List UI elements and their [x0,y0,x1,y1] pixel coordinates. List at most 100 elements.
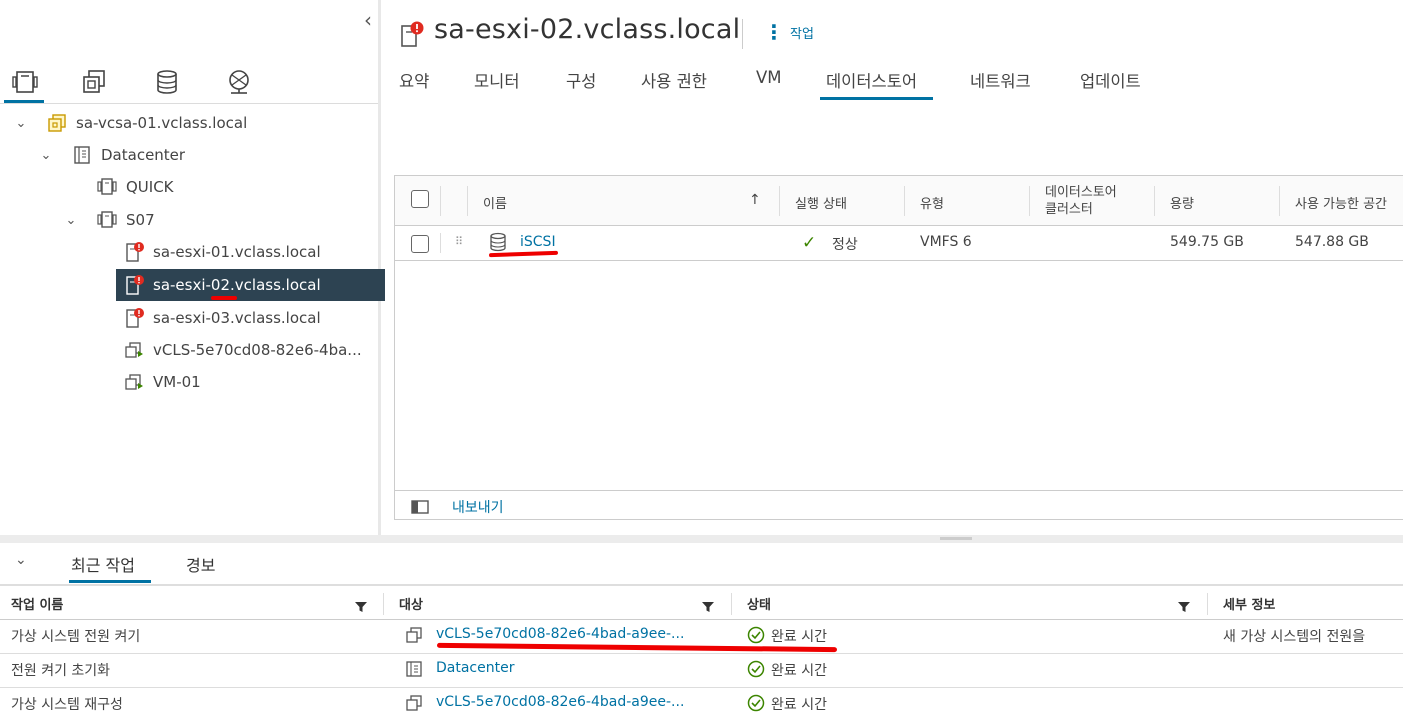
datastore-capacity: 549.75 GB [1170,234,1244,250]
column-divider [1029,186,1030,216]
column-divider [467,186,468,216]
chevron-down-icon[interactable]: ⌄ [64,213,78,228]
column-header-details[interactable]: 세부 정보 [1223,594,1275,613]
datastores-grid [394,175,1403,520]
datastore-name-link[interactable]: iSCSI [520,234,556,250]
column-header-status[interactable]: 상태 [747,594,771,613]
hosts-clusters-tab[interactable] [4,62,46,102]
tree-item-label: sa-esxi-02.vclass.local [153,276,321,294]
datacenter-icon [71,145,93,165]
datacenter-icon [405,660,423,682]
column-divider [779,186,780,216]
splitter-handle[interactable] [940,537,972,540]
tree-item-datacenter[interactable]: ⌄ Datacenter [0,139,417,171]
datastore-type: VMFS 6 [920,234,972,250]
column-header-status[interactable]: 실행 상태 [795,193,847,212]
column-divider [731,593,732,615]
column-header-line: 클러스터 [1045,202,1093,217]
tab-alarms[interactable]: 경보 [186,552,215,576]
sort-ascending-icon[interactable]: ↑ [749,192,761,208]
column-divider [1154,186,1155,216]
filter-icon[interactable] [702,598,714,612]
column-header-datastore-cluster[interactable]: 데이터스토어 클러스터 [1045,184,1117,218]
task-target-link[interactable]: vCLS-5e70cd08-82e6-4bad-a9ee-... [436,626,684,642]
tab-networks[interactable]: 네트워크 [970,68,1031,98]
tab-summary[interactable]: 요약 [399,68,429,98]
tab-configure[interactable]: 구성 [566,68,596,98]
storage-tab[interactable] [146,62,188,102]
column-header-name[interactable]: 이름 [483,193,507,212]
grid-footer-divider [395,490,1403,491]
tree-item-label: sa-vcsa-01.vclass.local [76,114,248,132]
column-divider [1207,593,1208,615]
tree-item-label: vCLS-5e70cd08-82e6-4ba... [153,341,362,359]
host-alert-icon [123,275,145,295]
grid-header [395,176,1403,226]
datastore-status: 정상 [832,237,858,253]
select-all-checkbox[interactable] [411,190,429,208]
tab-datastores[interactable]: 데이터스토어 [826,68,917,98]
tree-item-host-02[interactable]: sa-esxi-02.vclass.local [116,269,385,301]
tree-item-label: S07 [126,211,155,229]
filter-icon[interactable] [355,598,367,612]
chevron-down-icon[interactable]: ⌄ [15,552,27,568]
export-button[interactable]: 내보내기 [452,497,504,517]
host-alert-icon [123,308,145,328]
host-alert-icon [399,20,425,48]
datastore-free-space: 547.88 GB [1295,234,1369,250]
more-vertical-icon: ⋮ [764,20,784,44]
task-status: 완료 시간 [771,663,827,679]
vm-icon [405,626,423,648]
tree-item-vcenter[interactable]: ⌄ sa-vcsa-01.vclass.local [0,107,392,139]
task-target-link[interactable]: Datacenter [436,660,514,676]
task-status: 완료 시간 [771,697,827,713]
column-header-line: 데이터스토어 [1045,185,1117,200]
task-details: 새 가상 시스템의 전원을 [1223,629,1366,645]
networking-icon [229,70,249,94]
cluster-icon [96,177,118,197]
nav-tabs-divider [0,103,378,104]
active-tab-indicator [69,580,151,583]
column-header-target[interactable]: 대상 [399,594,423,613]
vms-templates-icon [83,70,105,93]
filter-icon[interactable] [1178,598,1190,612]
chevron-down-icon[interactable]: ⌄ [39,148,53,163]
cluster-icon [96,210,118,230]
column-divider [383,593,384,615]
column-divider [440,186,441,216]
tree-item-cluster-s07[interactable]: ⌄ S07 [0,204,442,236]
tab-recent-tasks[interactable]: 최근 작업 [71,552,135,576]
tree-item-label: sa-esxi-01.vclass.local [153,243,321,261]
title-divider [742,19,743,49]
vm-icon [123,372,145,392]
row-checkbox[interactable] [411,235,429,253]
drag-handle-icon[interactable]: ⠿ [455,235,463,248]
vcenter-icon [46,113,68,133]
column-header-capacity[interactable]: 용량 [1170,193,1194,212]
tab-updates[interactable]: 업데이트 [1080,68,1141,98]
active-tab-indicator [820,97,933,100]
collapse-navigator-button[interactable]: ‹ [358,8,378,32]
chevron-down-icon[interactable]: ⌄ [14,116,28,131]
tab-permissions[interactable]: 사용 권한 [641,68,707,98]
tab-monitor[interactable]: 모니터 [474,68,520,98]
column-header-type[interactable]: 유형 [920,193,944,212]
host-alert-icon [123,242,145,262]
vms-templates-tab[interactable] [73,62,115,102]
hosts-clusters-icon [12,71,38,93]
networking-tab[interactable] [218,62,260,102]
success-check-icon [747,694,765,716]
column-header-free-space[interactable]: 사용 가능한 공간 [1295,193,1387,212]
actions-menu-button[interactable]: ⋮ 작업 [764,22,814,42]
page-title: sa-esxi-02.vclass.local [434,14,741,45]
check-icon: ✓ [802,233,817,253]
table-row [0,688,1403,721]
tree-item-label: VM-01 [153,373,201,391]
column-toggle-icon[interactable] [411,499,431,514]
task-target-link[interactable]: vCLS-5e70cd08-82e6-4bad-a9ee-... [436,694,684,710]
column-header-task-name[interactable]: 작업 이름 [11,594,63,613]
panel-splitter[interactable] [0,535,1403,543]
tab-vms[interactable]: VM [756,68,782,98]
column-divider [440,233,441,253]
tree-item-label: sa-esxi-03.vclass.local [153,309,321,327]
